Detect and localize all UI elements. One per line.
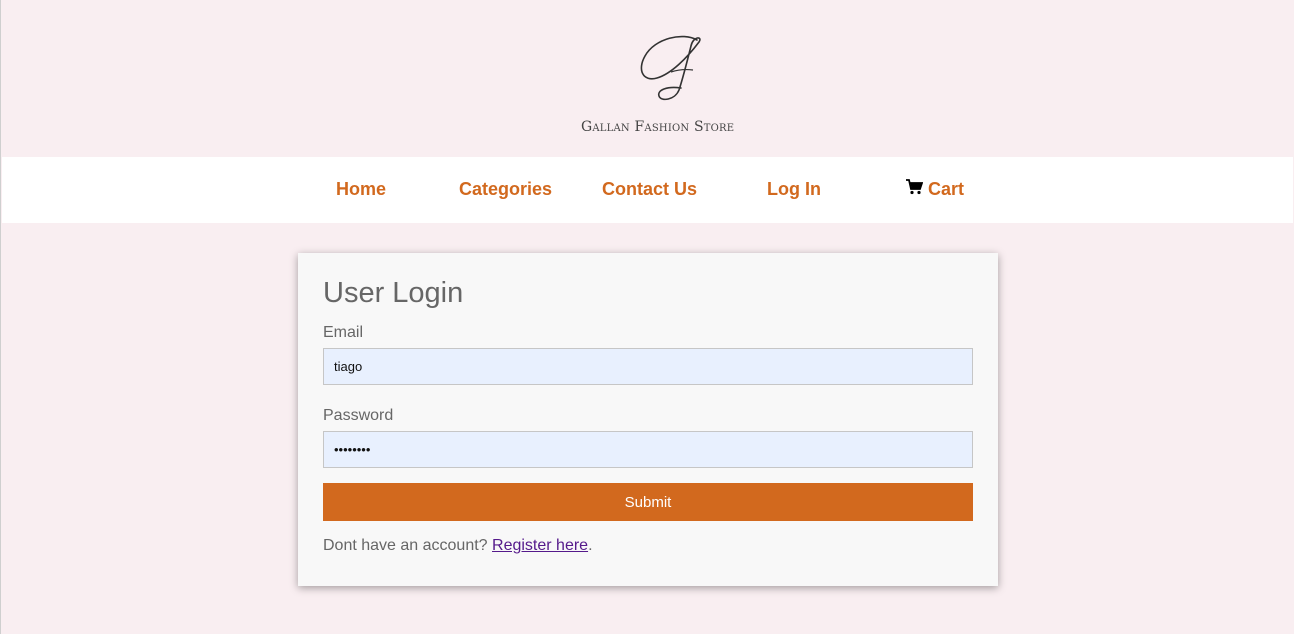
register-link[interactable]: Register here [492,537,588,554]
register-prompt: Dont have an account? Register here. [323,537,593,555]
page: Gallan Fashion Store Home Categories Con… [0,0,1294,634]
login-title: User Login [323,277,464,309]
site-header: Gallan Fashion Store [1,0,1294,157]
password-field[interactable] [323,431,973,468]
email-field[interactable] [323,348,973,385]
nav-home[interactable]: Home [336,179,386,200]
email-label: Email [323,324,364,341]
register-prompt-text: Dont have an account? [323,537,488,554]
password-label: Password [323,407,394,424]
shopping-cart-icon[interactable] [906,179,923,195]
login-card: User Login Email Password Submit Dont ha… [298,253,998,586]
nav-log-in[interactable]: Log In [767,179,821,200]
register-suffix: . [588,537,593,554]
submit-button[interactable]: Submit [323,483,973,521]
main-nav: Home Categories Contact Us Log In Cart [2,157,1293,223]
brand-name: Gallan Fashion Store [581,119,735,135]
nav-contact-us[interactable]: Contact Us [602,179,697,200]
script-g-logo-icon[interactable] [631,32,711,104]
nav-categories[interactable]: Categories [459,179,552,200]
nav-cart[interactable]: Cart [928,179,964,200]
